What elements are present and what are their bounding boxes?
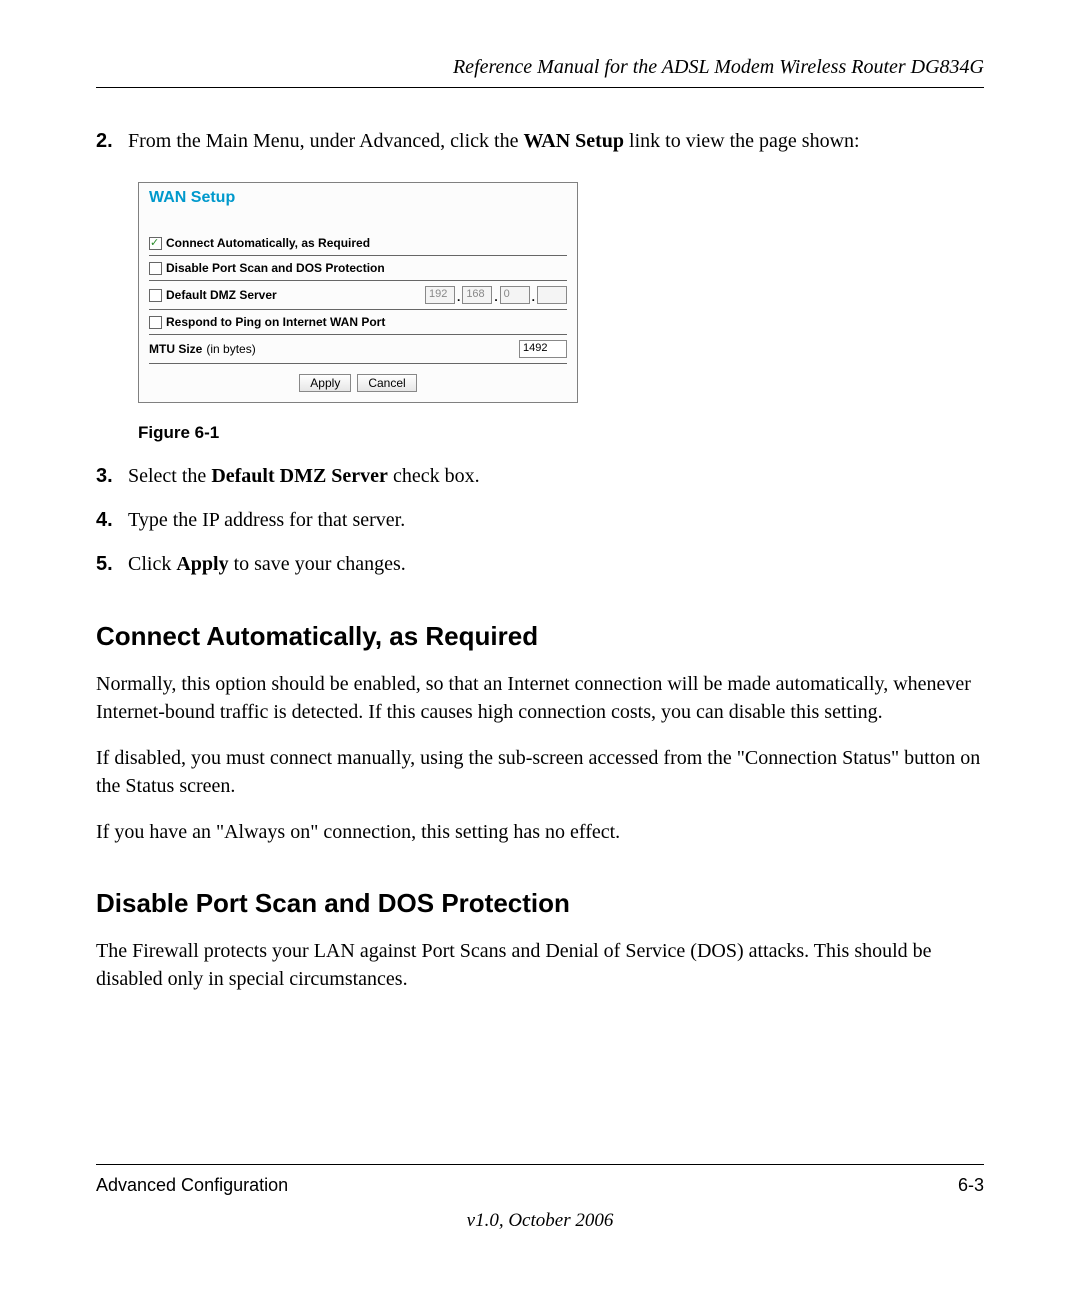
text: check box. bbox=[388, 465, 480, 487]
checkbox-respond-ping[interactable] bbox=[149, 316, 162, 329]
text: Select the bbox=[128, 465, 211, 487]
dot: . bbox=[494, 290, 497, 304]
wan-panel-title: WAN Setup bbox=[149, 189, 567, 207]
step-number: 5. bbox=[96, 549, 128, 579]
wan-setup-term: WAN Setup bbox=[523, 130, 624, 152]
cancel-button[interactable]: Cancel bbox=[357, 374, 416, 392]
wan-row-connect-auto: Connect Automatically, as Required bbox=[149, 231, 567, 256]
wan-row-mtu: MTU Size (in bytes) 1492 bbox=[149, 335, 567, 363]
step-number: 2. bbox=[96, 126, 128, 156]
mtu-input[interactable]: 1492 bbox=[519, 340, 567, 358]
step-5: 5. Click Apply to save your changes. bbox=[96, 549, 984, 579]
step-text: Click Apply to save your changes. bbox=[128, 549, 984, 579]
text: link to view the page shown: bbox=[624, 130, 860, 152]
wan-setup-panel: WAN Setup Connect Automatically, as Requ… bbox=[138, 182, 578, 403]
label-respond-ping: Respond to Ping on Internet WAN Port bbox=[166, 315, 385, 329]
para-disable: The Firewall protects your LAN against P… bbox=[96, 937, 984, 993]
page-footer: Advanced Configuration 6-3 bbox=[96, 1164, 984, 1196]
step-text: Select the Default DMZ Server check box. bbox=[128, 461, 984, 491]
footer-section: Advanced Configuration bbox=[96, 1175, 288, 1196]
text: to save your changes. bbox=[229, 553, 406, 575]
step-number: 4. bbox=[96, 505, 128, 535]
running-header: Reference Manual for the ADSL Modem Wire… bbox=[96, 56, 984, 88]
dmz-ip-octet-2[interactable]: 168 bbox=[462, 286, 492, 304]
wan-row-dmz: Default DMZ Server 192. 168. 0. bbox=[149, 281, 567, 310]
dmz-ip-fields: 192. 168. 0. bbox=[425, 286, 567, 304]
apply-term: Apply bbox=[176, 553, 228, 575]
step-text: Type the IP address for that server. bbox=[128, 505, 984, 535]
dmz-ip-octet-3[interactable]: 0 bbox=[500, 286, 530, 304]
label-disable-portscan: Disable Port Scan and DOS Protection bbox=[166, 261, 385, 275]
step-number: 3. bbox=[96, 461, 128, 491]
wan-buttons: Apply Cancel bbox=[149, 363, 567, 392]
dmz-ip-octet-4[interactable] bbox=[537, 286, 567, 304]
heading-disable-portscan: Disable Port Scan and DOS Protection bbox=[96, 888, 984, 919]
figure-wan-setup: WAN Setup Connect Automatically, as Requ… bbox=[138, 182, 984, 403]
heading-connect-auto: Connect Automatically, as Required bbox=[96, 621, 984, 652]
apply-button[interactable]: Apply bbox=[299, 374, 351, 392]
wan-row-disable-portscan: Disable Port Scan and DOS Protection bbox=[149, 256, 567, 281]
label-default-dmz: Default DMZ Server bbox=[166, 288, 277, 302]
para-connect-1: Normally, this option should be enabled,… bbox=[96, 670, 984, 726]
text: Click bbox=[128, 553, 176, 575]
wan-row-respond-ping: Respond to Ping on Internet WAN Port bbox=[149, 310, 567, 335]
checkbox-connect-auto[interactable] bbox=[149, 237, 162, 250]
default-dmz-term: Default DMZ Server bbox=[211, 465, 388, 487]
step-4: 4. Type the IP address for that server. bbox=[96, 505, 984, 535]
dot: . bbox=[532, 290, 535, 304]
text: From the Main Menu, under Advanced, clic… bbox=[128, 130, 523, 152]
footer-page-number: 6-3 bbox=[958, 1175, 984, 1196]
label-connect-auto: Connect Automatically, as Required bbox=[166, 236, 370, 250]
para-connect-3: If you have an "Always on" connection, t… bbox=[96, 818, 984, 846]
step-2: 2. From the Main Menu, under Advanced, c… bbox=[96, 126, 984, 156]
label-mtu-units: (in bytes) bbox=[206, 342, 255, 356]
figure-caption: Figure 6-1 bbox=[138, 423, 984, 443]
step-3: 3. Select the Default DMZ Server check b… bbox=[96, 461, 984, 491]
step-text: From the Main Menu, under Advanced, clic… bbox=[128, 126, 984, 156]
dot: . bbox=[457, 290, 460, 304]
para-connect-2: If disabled, you must connect manually, … bbox=[96, 744, 984, 800]
footer-version: v1.0, October 2006 bbox=[0, 1210, 1080, 1232]
dmz-ip-octet-1[interactable]: 192 bbox=[425, 286, 455, 304]
checkbox-default-dmz[interactable] bbox=[149, 289, 162, 302]
label-mtu: MTU Size bbox=[149, 342, 202, 356]
checkbox-disable-portscan[interactable] bbox=[149, 262, 162, 275]
